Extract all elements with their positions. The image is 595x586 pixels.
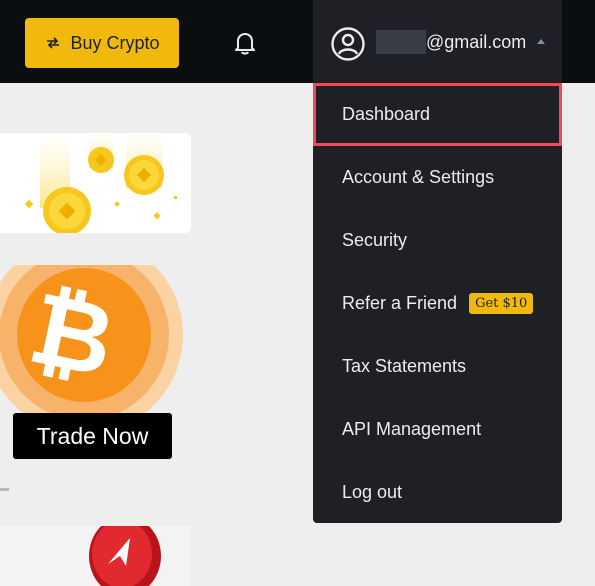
swap-arrows-icon <box>47 37 60 49</box>
trade-now-button[interactable]: Trade Now <box>13 413 172 459</box>
bell-icon[interactable] <box>231 29 259 57</box>
menu-item-api-management[interactable]: API Management <box>313 398 562 461</box>
bitcoin-icon: ₿ <box>0 265 183 425</box>
user-avatar-icon <box>331 27 365 61</box>
account-email: @gmail.com <box>426 32 527 52</box>
menu-item-tax-statements[interactable]: Tax Statements <box>313 335 562 398</box>
menu-item-label: Refer a Friend <box>342 293 458 313</box>
menu-item-security[interactable]: Security <box>313 209 562 272</box>
menu-item-label: API Management <box>342 419 482 439</box>
buy-crypto-label: Buy Crypto <box>70 32 160 53</box>
menu-item-label: Account & Settings <box>342 167 495 187</box>
falling-coins-illustration <box>24 133 177 233</box>
referral-reward-badge: Get $10 <box>469 293 534 314</box>
buy-crypto-button[interactable]: Buy Crypto <box>25 18 179 68</box>
menu-item-label: Tax Statements <box>342 356 467 376</box>
menu-item-label: Dashboard <box>342 104 431 124</box>
caret-up-icon <box>537 39 545 44</box>
menu-item-refer-a-friend[interactable]: Refer a Friend Get $10 <box>313 272 562 335</box>
promo-banner-coins[interactable] <box>0 133 191 233</box>
account-menu-trigger[interactable]: @gmail.com <box>313 0 562 83</box>
email-redacted-block <box>376 30 426 54</box>
bitcoin-promo-graphic: ₿ <box>0 265 190 425</box>
menu-item-dashboard[interactable]: Dashboard <box>313 83 562 146</box>
menu-item-log-out[interactable]: Log out <box>313 461 562 524</box>
menu-item-label: Log out <box>342 482 403 502</box>
red-token-illustration <box>89 526 161 586</box>
menu-item-account-settings[interactable]: Account & Settings <box>313 146 562 209</box>
carousel-indicator[interactable] <box>0 488 9 491</box>
account-dropdown-menu: Dashboard Account & Settings Security Re… <box>313 83 562 523</box>
menu-item-label: Security <box>342 230 408 250</box>
top-navigation-bar: Buy Crypto @gmail.com <box>0 0 595 83</box>
promo-banner-red-token[interactable] <box>0 526 191 586</box>
